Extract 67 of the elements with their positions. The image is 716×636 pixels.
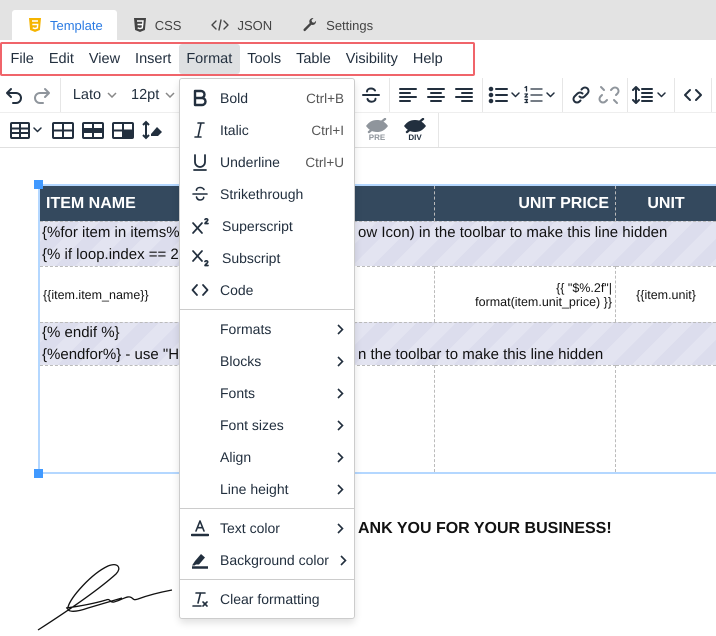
menu-item[interactable]: Code — [180, 274, 354, 306]
menu-item[interactable]: File — [3, 44, 42, 74]
menu-item[interactable]: Tools — [240, 44, 289, 74]
resize-handle[interactable] — [34, 180, 43, 189]
editor-tab[interactable]: Settings — [286, 10, 388, 40]
caret-icon — [107, 92, 118, 98]
table-cell-icon — [111, 119, 135, 141]
wrench-icon — [302, 17, 318, 33]
closing-text: ANK YOU FOR YOUR BUSINESS! — [358, 520, 612, 537]
template-code: {%for item in items% — [42, 223, 180, 243]
menu-item[interactable]: Formats — [180, 313, 354, 345]
unlink-icon — [598, 84, 620, 106]
column-header: UNIT PRICE — [435, 186, 616, 221]
cell-text: {{item.unit} — [636, 288, 696, 302]
template-code: {% if loop.index == 2 — [42, 245, 179, 265]
code-icon — [191, 281, 209, 299]
font-select[interactable]: Lato — [64, 80, 124, 110]
template-code: {%endfor%} - use "H — [42, 345, 180, 365]
menu-item[interactable]: Format — [178, 44, 240, 74]
bold-icon — [191, 89, 209, 107]
font-size-select[interactable]: 12pt — [123, 80, 182, 110]
menu-item[interactable]: Bold Ctrl+B — [180, 82, 354, 114]
subscript-icon — [191, 249, 211, 267]
menu-item[interactable]: View — [81, 44, 128, 74]
menu-item[interactable]: Background color — [180, 544, 354, 576]
code-brackets-icon — [211, 18, 230, 32]
template-code: ow Icon) in the toolbar to make this line hidden — [358, 223, 668, 243]
cell-text: {{item.item_name}} — [43, 288, 149, 302]
html-shield-icon — [28, 17, 42, 33]
menu-item[interactable]: Clear formatting — [180, 583, 354, 615]
editor-tab[interactable]: JSON — [195, 10, 286, 40]
link-icon — [570, 84, 592, 106]
table-grid-icon — [51, 119, 75, 141]
cell-text: {{ "$%.2f"| format(item.unit_price) }} — [475, 280, 612, 308]
column-header: UNIT — [616, 186, 716, 221]
eye-slash-icon — [364, 118, 390, 134]
menu-item[interactable]: Blocks — [180, 345, 354, 377]
resize-handle[interactable] — [34, 469, 43, 478]
superscript-icon — [191, 217, 211, 235]
menu-item[interactable]: Align — [180, 441, 354, 473]
hide-button[interactable]: DIV — [396, 114, 434, 146]
cell-properties-icon — [141, 119, 165, 141]
menu-item[interactable]: Help — [405, 44, 450, 74]
menu-item[interactable]: Line height — [180, 473, 354, 505]
css-shield-icon — [132, 17, 147, 33]
menu-item[interactable]: Fonts — [180, 377, 354, 409]
menu-item[interactable]: Text color — [180, 512, 354, 544]
eye-slash-icon — [402, 118, 428, 134]
template-code: n the toolbar to make this line hidden — [358, 345, 604, 365]
table-row-icon — [81, 119, 105, 141]
strikethrough-icon — [191, 185, 209, 203]
menu-item[interactable]: Font sizes — [180, 409, 354, 441]
editor-tab[interactable]: Template — [12, 10, 117, 40]
menu-item[interactable]: Insert — [128, 44, 179, 74]
menu-item[interactable]: Underline Ctrl+U — [180, 146, 354, 178]
template-code: {% endif %} — [42, 323, 120, 343]
editor-tab[interactable]: CSS — [116, 10, 196, 40]
menu-item[interactable]: Visibility — [338, 44, 406, 74]
menu-item[interactable]: Edit — [41, 44, 82, 74]
underline-icon — [191, 153, 209, 171]
clear-format-icon — [191, 590, 209, 608]
caret-icon — [165, 92, 176, 98]
highlighter-icon — [191, 551, 209, 569]
menu-item[interactable]: Italic Ctrl+I — [180, 114, 354, 146]
text-color-icon — [191, 519, 209, 537]
menu-item[interactable]: Table — [288, 44, 338, 74]
menu-item[interactable]: Subscript — [180, 242, 354, 274]
